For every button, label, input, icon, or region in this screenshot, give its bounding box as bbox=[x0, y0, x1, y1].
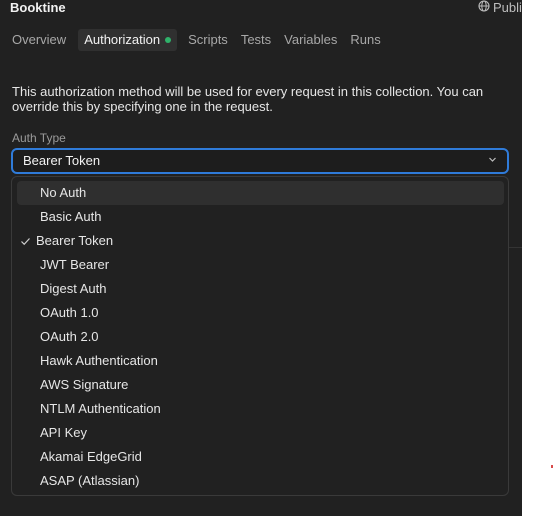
publish-button[interactable]: Publi bbox=[478, 0, 522, 15]
collection-panel: Booktine Publi Overview Authorization Sc… bbox=[0, 0, 522, 516]
edge-marker bbox=[551, 465, 553, 468]
option-digest-auth[interactable]: Digest Auth bbox=[17, 277, 504, 301]
tab-bar: Overview Authorization Scripts Tests Var… bbox=[0, 29, 388, 51]
tab-authorization[interactable]: Authorization bbox=[78, 29, 178, 51]
option-ntlm-authentication[interactable]: NTLM Authentication bbox=[17, 397, 504, 421]
tab-tests[interactable]: Tests bbox=[235, 29, 277, 51]
option-aws-signature[interactable]: AWS Signature bbox=[17, 373, 504, 397]
option-no-auth[interactable]: No Auth bbox=[17, 181, 504, 205]
auth-type-label: Auth Type bbox=[12, 131, 66, 145]
tab-runs[interactable]: Runs bbox=[344, 29, 386, 51]
option-akamai-edgegrid[interactable]: Akamai EdgeGrid bbox=[17, 445, 504, 469]
status-dot bbox=[165, 36, 172, 43]
auth-type-select[interactable]: Bearer Token bbox=[11, 148, 509, 174]
option-oauth2[interactable]: OAuth 2.0 bbox=[17, 325, 504, 349]
collection-title: Booktine bbox=[10, 0, 66, 15]
publish-label: Publi bbox=[493, 0, 522, 15]
check-icon bbox=[20, 229, 31, 253]
auth-type-value: Bearer Token bbox=[23, 153, 101, 168]
option-oauth1[interactable]: OAuth 1.0 bbox=[17, 301, 504, 325]
option-asap-atlassian[interactable]: ASAP (Atlassian) bbox=[17, 469, 504, 493]
option-api-key[interactable]: API Key bbox=[17, 421, 504, 445]
option-basic-auth[interactable]: Basic Auth bbox=[17, 205, 504, 229]
tab-authorization-label: Authorization bbox=[84, 32, 161, 47]
divider bbox=[509, 247, 522, 248]
chevron-down-icon bbox=[488, 150, 497, 172]
option-jwt-bearer[interactable]: JWT Bearer bbox=[17, 253, 504, 277]
tab-variables[interactable]: Variables bbox=[278, 29, 343, 51]
auth-type-dropdown: No Auth Basic Auth Bearer Token JWT Bear… bbox=[11, 176, 509, 496]
option-bearer-token[interactable]: Bearer Token bbox=[17, 229, 504, 253]
auth-description: This authorization method will be used f… bbox=[12, 84, 484, 114]
globe-icon bbox=[478, 0, 490, 15]
option-hawk-authentication[interactable]: Hawk Authentication bbox=[17, 349, 504, 373]
tab-scripts[interactable]: Scripts bbox=[182, 29, 234, 51]
tab-overview[interactable]: Overview bbox=[0, 29, 72, 51]
